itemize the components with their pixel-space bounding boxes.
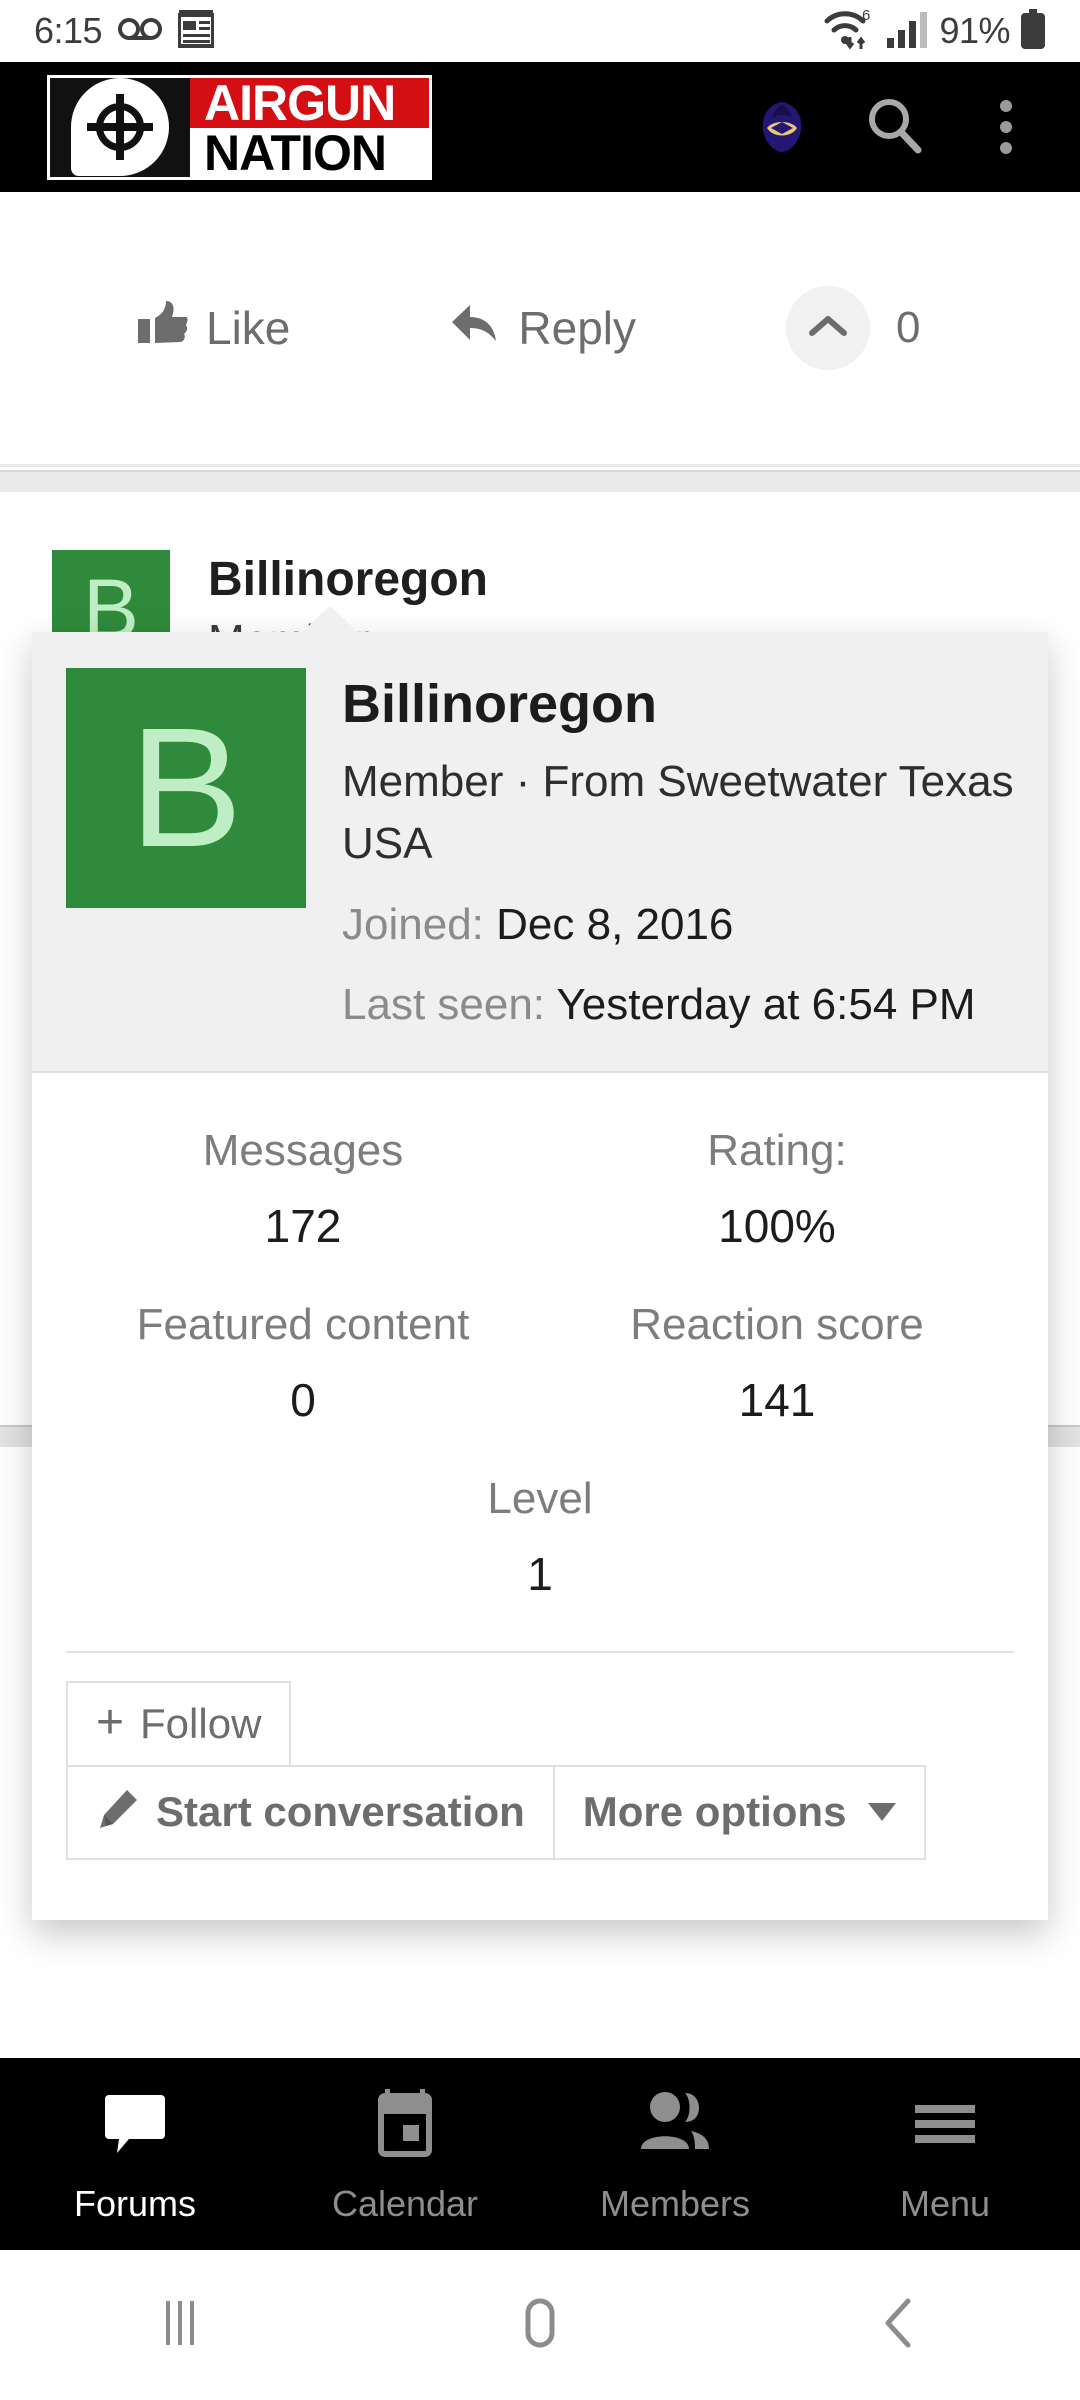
nav-label: Members bbox=[599, 2182, 751, 2224]
home-icon bbox=[510, 2295, 570, 2356]
header-actions bbox=[726, 62, 1080, 192]
nav-label: Menu bbox=[899, 2182, 991, 2224]
stat-messages: Messages 172 bbox=[66, 1111, 540, 1285]
like-button[interactable]: Like bbox=[138, 299, 290, 358]
back-button[interactable] bbox=[720, 2293, 1080, 2358]
member-card-actions: + Follow Start conversation More options bbox=[32, 1653, 1048, 1920]
reply-label: Reply bbox=[518, 302, 636, 354]
stat-value: 172 bbox=[264, 1200, 342, 1253]
wifi-6-icon: 6 bbox=[823, 7, 877, 56]
reply-button[interactable]: Reply bbox=[450, 301, 636, 356]
post-action-bar: Like Reply 0 bbox=[0, 192, 1080, 467]
member-last-seen: Last seen: Yesterday at 6:54 PM bbox=[342, 974, 1014, 1036]
follow-button[interactable]: + Follow bbox=[66, 1680, 292, 1767]
stat-rating: Rating: 100% bbox=[540, 1111, 1014, 1285]
back-chevron-icon bbox=[870, 2293, 930, 2358]
member-joined: Joined: Dec 8, 2016 bbox=[342, 894, 1014, 956]
crosshair-target-icon bbox=[50, 77, 190, 177]
bottom-navigation: Forums Calendar Members Menu bbox=[0, 2058, 1080, 2250]
stat-level-row: Level 1 bbox=[66, 1459, 1014, 1633]
upvote-button[interactable] bbox=[786, 286, 870, 370]
voicemail-icon bbox=[118, 14, 163, 49]
member-role-location: Member · From Sweetwater Texas USA bbox=[342, 756, 1014, 869]
stat-label: Featured content bbox=[136, 1299, 470, 1349]
battery-icon bbox=[1020, 8, 1046, 54]
caret-down-icon bbox=[868, 1803, 897, 1822]
search-icon bbox=[863, 94, 925, 161]
hamburger-icon bbox=[909, 2087, 981, 2164]
battery-percent: 91% bbox=[939, 10, 1010, 51]
app-header: AIRGUN NATION bbox=[0, 62, 1080, 192]
vote-control[interactable]: 0 bbox=[786, 286, 920, 370]
search-button[interactable] bbox=[838, 62, 950, 192]
recents-button[interactable] bbox=[0, 2295, 360, 2356]
stat-label: Reaction score bbox=[630, 1299, 924, 1349]
status-bar: 6:15 6 91% bbox=[0, 0, 1080, 62]
nav-item-menu[interactable]: Menu bbox=[810, 2087, 1080, 2222]
kebab-menu-icon bbox=[1000, 100, 1012, 154]
thumbs-up-icon bbox=[138, 299, 188, 358]
member-last-seen-value: Yesterday at 6:54 PM bbox=[556, 980, 976, 1030]
nav-item-members[interactable]: Members bbox=[540, 2087, 810, 2222]
member-joined-value: Dec 8, 2016 bbox=[496, 899, 734, 949]
nav-item-calendar[interactable]: Calendar bbox=[270, 2087, 540, 2222]
android-navigation-bar bbox=[0, 2250, 1080, 2400]
chevron-up-icon bbox=[808, 313, 848, 344]
status-bar-left: 6:15 bbox=[34, 9, 216, 53]
member-joined-label: Joined: bbox=[342, 899, 484, 949]
stat-featured-content: Featured content 0 bbox=[66, 1285, 540, 1459]
like-label: Like bbox=[206, 302, 291, 354]
vote-count: 0 bbox=[896, 303, 921, 352]
start-conversation-label: Start conversation bbox=[156, 1788, 525, 1836]
nav-label: Calendar bbox=[331, 2182, 479, 2224]
member-last-seen-label: Last seen: bbox=[342, 980, 546, 1030]
stat-value: 0 bbox=[290, 1374, 316, 1427]
member-stats-grid: Messages 172 Rating: 100% Featured conte… bbox=[32, 1072, 1048, 1643]
reply-arrow-icon bbox=[450, 301, 500, 356]
stat-value: 100% bbox=[718, 1200, 836, 1253]
home-button[interactable] bbox=[360, 2295, 720, 2356]
stat-level: Level 1 bbox=[303, 1459, 777, 1633]
tooltip-arrow bbox=[300, 606, 360, 634]
status-bar-right: 6 91% bbox=[823, 7, 1046, 56]
news-icon bbox=[177, 9, 216, 53]
svg-text:6: 6 bbox=[862, 7, 870, 24]
stat-label: Rating: bbox=[707, 1125, 847, 1175]
pencil-icon bbox=[96, 1787, 140, 1838]
post-username[interactable]: Billinoregon bbox=[208, 550, 488, 610]
calendar-icon bbox=[369, 2087, 441, 2164]
people-icon bbox=[637, 2087, 713, 2164]
member-button-group: Start conversation More options bbox=[66, 1764, 1014, 1860]
stat-label: Level bbox=[487, 1473, 593, 1523]
raven-avatar-icon bbox=[751, 98, 813, 156]
follow-label: Follow bbox=[140, 1699, 262, 1747]
more-options-button[interactable]: More options bbox=[554, 1764, 927, 1860]
member-tooltip-card: B Billinoregon Member · From Sweetwater … bbox=[32, 606, 1048, 1920]
stat-label: Messages bbox=[202, 1125, 404, 1175]
stat-reaction-score: Reaction score 141 bbox=[540, 1285, 1014, 1459]
chat-bubble-icon bbox=[99, 2087, 171, 2164]
nav-label: Forums bbox=[73, 2182, 196, 2224]
logo-text-airgun: AIRGUN bbox=[190, 77, 429, 128]
nav-item-forums[interactable]: Forums bbox=[0, 2087, 270, 2222]
recents-icon bbox=[150, 2295, 210, 2356]
member-avatar[interactable]: B bbox=[66, 668, 306, 908]
member-username[interactable]: Billinoregon bbox=[342, 672, 1014, 737]
cellular-signal-icon bbox=[887, 10, 929, 53]
logo-text-nation: NATION bbox=[190, 127, 429, 178]
stat-value: 141 bbox=[738, 1374, 816, 1427]
site-logo[interactable]: AIRGUN NATION bbox=[47, 74, 432, 180]
member-card-header: B Billinoregon Member · From Sweetwater … bbox=[32, 632, 1048, 1073]
section-separator-top bbox=[0, 470, 1080, 492]
status-time: 6:15 bbox=[34, 10, 103, 51]
overflow-menu-button[interactable] bbox=[950, 62, 1062, 192]
plus-icon: + bbox=[96, 1696, 125, 1750]
more-options-label: More options bbox=[582, 1788, 847, 1836]
start-conversation-button[interactable]: Start conversation bbox=[66, 1764, 555, 1860]
user-avatar-button[interactable] bbox=[726, 62, 838, 192]
stat-value: 1 bbox=[527, 1548, 553, 1601]
